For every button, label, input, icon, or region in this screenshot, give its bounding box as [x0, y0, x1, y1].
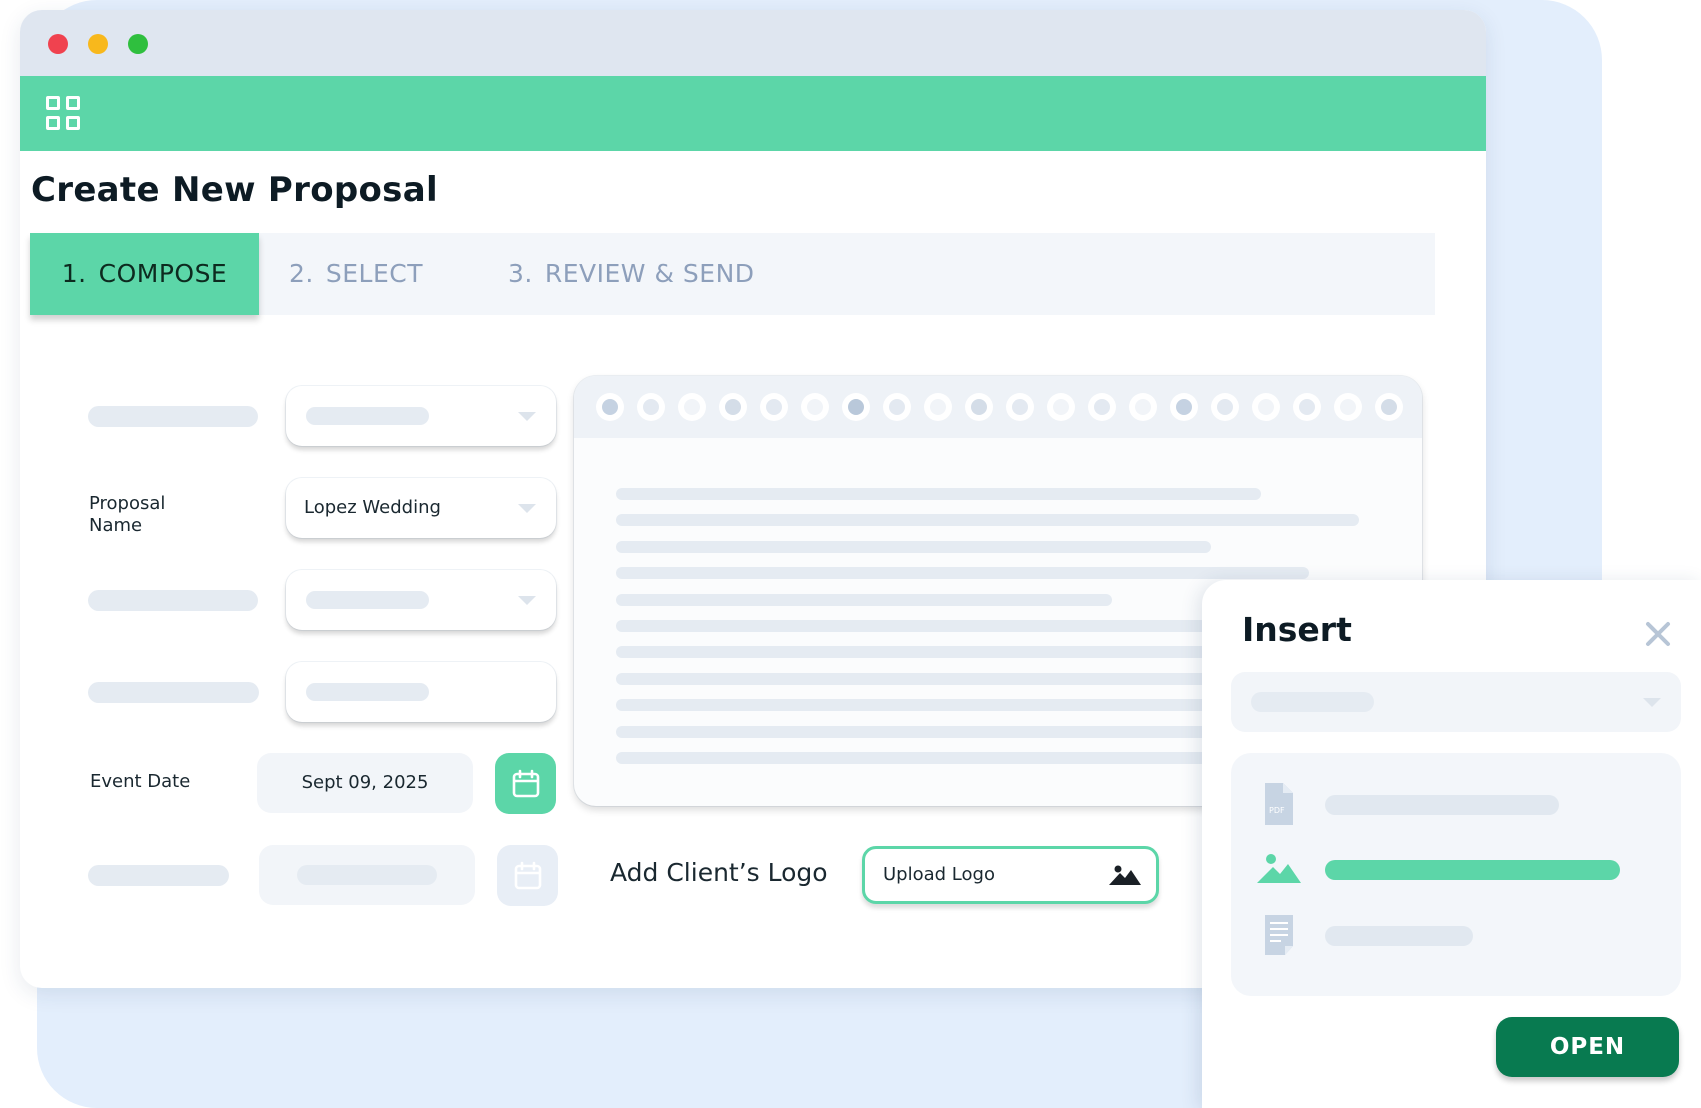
event-date-field[interactable]: Sept 09, 2025 — [257, 753, 473, 813]
text-line-placeholder — [616, 699, 1216, 711]
stepper: 1. COMPOSE 2. SELECT 3. REVIEW & SEND — [30, 233, 1435, 315]
toolbar-button[interactable] — [1170, 393, 1198, 421]
text-line-placeholder — [616, 594, 1112, 606]
toolbar-button[interactable] — [1252, 393, 1280, 421]
step-number: 2. — [289, 259, 314, 288]
step-review-send[interactable]: 3. REVIEW & SEND — [508, 233, 755, 315]
stage: Create New Proposal 1. COMPOSE 2. SELECT 3… — [0, 0, 1701, 1108]
value-placeholder — [306, 407, 429, 425]
event-date-value: Sept 09, 2025 — [301, 772, 429, 793]
upload-logo-label: Upload Logo — [883, 864, 995, 885]
chevron-down-icon — [518, 504, 536, 513]
event-date-label: Event Date — [90, 771, 191, 792]
dropdown-placeholder[interactable] — [286, 386, 556, 446]
minimize-window-button[interactable] — [88, 34, 108, 54]
close-icon[interactable] — [1644, 620, 1672, 648]
apps-grid-icon[interactable] — [46, 96, 80, 130]
proposal-name-dropdown[interactable]: Lopez Wedding — [286, 478, 556, 538]
step-label: SELECT — [325, 259, 423, 288]
insert-type-dropdown[interactable] — [1231, 672, 1681, 732]
value-placeholder — [1251, 692, 1374, 712]
insert-panel-title: Insert — [1242, 610, 1352, 649]
input-placeholder[interactable] — [286, 662, 556, 722]
toolbar-button[interactable] — [1293, 393, 1321, 421]
text-line-placeholder — [616, 620, 1216, 632]
toolbar-button[interactable] — [965, 393, 993, 421]
image-icon — [1257, 854, 1301, 883]
toolbar-button[interactable] — [1375, 393, 1403, 421]
text-line-placeholder — [616, 488, 1261, 500]
toolbar-button[interactable] — [1211, 393, 1239, 421]
text-line-placeholder — [616, 567, 1309, 579]
text-line-placeholder — [616, 514, 1359, 526]
label-placeholder — [88, 590, 258, 611]
text-line-placeholder — [616, 646, 1216, 658]
svg-text:PDF: PDF — [1269, 806, 1285, 815]
toolbar-button[interactable] — [678, 393, 706, 421]
chevron-down-icon — [1643, 698, 1661, 707]
insert-option-document[interactable] — [1231, 903, 1681, 963]
step-select[interactable]: 2. SELECT — [289, 233, 423, 315]
insert-option-image[interactable] — [1231, 837, 1681, 897]
calendar-icon — [512, 769, 539, 797]
calendar-icon — [514, 861, 541, 889]
value-placeholder — [306, 683, 429, 701]
date-placeholder-field[interactable] — [259, 845, 475, 905]
toolbar-button[interactable] — [1129, 393, 1157, 421]
insert-panel: Insert PDF OPEN — [1202, 580, 1701, 1108]
label-placeholder — [88, 406, 258, 427]
toolbar-button[interactable] — [760, 393, 788, 421]
toolbar-button[interactable] — [637, 393, 665, 421]
calendar-button-disabled[interactable] — [497, 845, 558, 906]
image-icon — [1109, 865, 1141, 885]
step-compose[interactable]: 1. COMPOSE — [30, 233, 259, 315]
insert-option-pdf[interactable]: PDF — [1231, 772, 1681, 832]
toolbar-button[interactable] — [883, 393, 911, 421]
chevron-down-icon — [518, 596, 536, 605]
close-window-button[interactable] — [48, 34, 68, 54]
document-icon — [1265, 915, 1293, 955]
editor-toolbar — [574, 376, 1422, 438]
text-line-placeholder — [616, 752, 1216, 764]
value-placeholder — [297, 865, 437, 885]
text-line-placeholder — [616, 541, 1211, 553]
toolbar-button[interactable] — [1088, 393, 1116, 421]
step-label: COMPOSE — [98, 259, 228, 288]
dropdown-placeholder[interactable] — [286, 570, 556, 630]
option-label-placeholder — [1325, 926, 1473, 946]
step-number: 1. — [61, 259, 87, 288]
maximize-window-button[interactable] — [128, 34, 148, 54]
upload-logo-button[interactable]: Upload Logo — [862, 846, 1159, 904]
option-label-placeholder — [1325, 795, 1559, 815]
text-line-placeholder — [616, 673, 1216, 685]
add-client-logo-label: Add Client’s Logo — [610, 858, 828, 887]
value-placeholder — [306, 591, 429, 609]
proposal-name-label: Proposal Name — [89, 493, 166, 536]
toolbar-button[interactable] — [801, 393, 829, 421]
toolbar-button[interactable] — [1334, 393, 1362, 421]
app-header-bar — [20, 76, 1486, 151]
pdf-file-icon: PDF — [1265, 783, 1293, 825]
window-titlebar — [20, 10, 1486, 76]
toolbar-button[interactable] — [596, 393, 624, 421]
step-label: REVIEW & SEND — [544, 259, 755, 288]
text-line-placeholder — [616, 726, 1216, 738]
step-number: 3. — [508, 259, 533, 288]
toolbar-button[interactable] — [1047, 393, 1075, 421]
toolbar-button[interactable] — [924, 393, 952, 421]
open-button[interactable]: OPEN — [1496, 1017, 1679, 1077]
insert-options-list: PDF — [1231, 753, 1681, 996]
chevron-down-icon — [518, 412, 536, 421]
proposal-name-value: Lopez Wedding — [304, 497, 441, 518]
toolbar-button[interactable] — [842, 393, 870, 421]
label-placeholder — [88, 682, 259, 703]
toolbar-button[interactable] — [1006, 393, 1034, 421]
toolbar-button[interactable] — [719, 393, 747, 421]
option-label-placeholder-selected — [1325, 860, 1620, 880]
label-placeholder — [88, 865, 229, 886]
calendar-button[interactable] — [495, 753, 556, 814]
page-title: Create New Proposal — [31, 170, 438, 210]
